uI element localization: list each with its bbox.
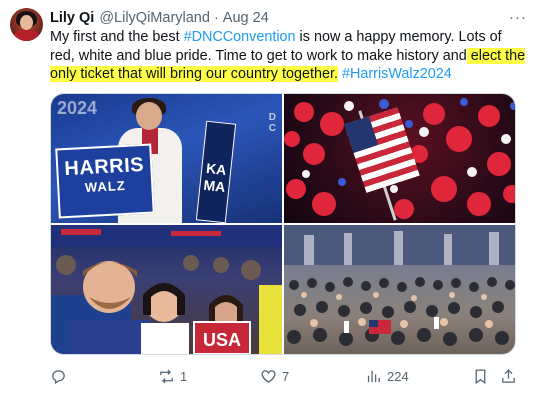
like-button[interactable]: 7 <box>260 366 289 386</box>
author-handle[interactable]: @LilyQiMaryland <box>99 10 210 26</box>
photo-selfie-crowd[interactable]: USA <box>51 225 282 354</box>
repost-count: 1 <box>180 368 188 384</box>
usa-sign: USA <box>193 321 251 354</box>
photo-balloons-flag[interactable] <box>284 94 515 223</box>
repost-icon <box>160 369 173 383</box>
photo-convention-floor[interactable] <box>284 225 515 354</box>
more-options-icon[interactable]: ··· <box>509 9 527 26</box>
share-icon <box>502 368 515 383</box>
bookmark-icon <box>475 368 486 384</box>
convention-scene <box>284 225 515 346</box>
like-count: 7 <box>282 368 290 384</box>
photo-harris-walz-sign[interactable]: 2024 D C HARRIS WALZ KAMA <box>51 94 282 223</box>
banner-2024-text: 2024 <box>57 98 98 118</box>
hashtag-harriswalz2024[interactable]: #HarrisWalz2024 <box>342 66 452 82</box>
tweet-header: Lily Qi @LilyQiMaryland · Aug 24 <box>50 10 269 26</box>
tweet-date[interactable]: Aug 24 <box>223 10 269 26</box>
views-button[interactable]: 224 <box>365 366 409 386</box>
action-bar: 1 7 224 <box>50 366 520 388</box>
views-icon <box>367 370 380 382</box>
reply-button[interactable] <box>50 366 72 386</box>
bookmark-button[interactable] <box>472 366 489 386</box>
tweet-text: My first and the best #DNCConvention is … <box>50 28 530 84</box>
heart-icon <box>261 369 276 383</box>
avatar-dress <box>14 30 39 41</box>
avatar-face <box>20 15 33 30</box>
harris-walz-sign: HARRIS WALZ <box>55 143 155 219</box>
hashtag-dncconvention[interactable]: #DNCConvention <box>184 29 296 45</box>
author-name[interactable]: Lily Qi <box>50 10 94 26</box>
kamala-vertical-sign: KAMA <box>195 120 237 223</box>
repost-button[interactable]: 1 <box>158 366 187 386</box>
media-grid: 2024 D C HARRIS WALZ KAMA USA <box>50 93 516 355</box>
reply-icon <box>52 369 65 384</box>
dnc-backdrop-mark: D C <box>268 112 276 134</box>
separator-dot: · <box>213 10 219 26</box>
person-head <box>136 102 162 130</box>
share-button[interactable] <box>500 366 517 386</box>
tweet-text-part1: My first and the best <box>50 29 184 45</box>
avatar[interactable] <box>10 8 43 41</box>
views-count: 224 <box>387 368 409 384</box>
vertical-sign-text: KAMA <box>202 160 228 196</box>
